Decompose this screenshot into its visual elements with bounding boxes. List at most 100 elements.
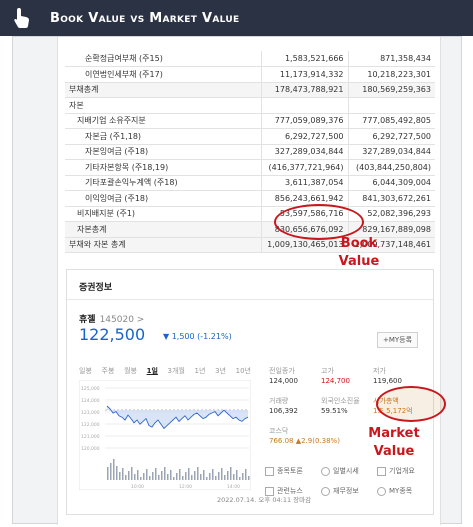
- volume-bar: [182, 476, 184, 480]
- high-label: 고가: [321, 367, 334, 375]
- financial-page: 순확정급여부채 (주15) 1,583,521,666 871,358,434 이연법…: [57, 37, 446, 525]
- period-tab[interactable]: 1일: [147, 366, 158, 376]
- row-label: 자본금 (주1,18): [65, 128, 261, 145]
- volume-bar: [176, 473, 178, 480]
- volume-value: 106,392: [269, 407, 298, 415]
- action-label: 재무정보: [333, 487, 359, 495]
- my-stocks-icon: [377, 486, 386, 496]
- action-my-stocks[interactable]: MY종목: [377, 486, 412, 496]
- volume-bar: [116, 466, 118, 480]
- y-tick-label: 124,000: [81, 398, 100, 404]
- action-news[interactable]: 관련뉴스: [265, 486, 303, 496]
- table-row: 기타자본항목 (주18,19) (416,377,721,964) (403,844…: [65, 159, 435, 176]
- current-period-value: (416,377,721,964): [260, 159, 348, 176]
- current-period-value: 1,583,521,666: [260, 51, 348, 67]
- period-tab[interactable]: 일봉: [79, 366, 92, 376]
- stock-name-text: 휴젤: [79, 315, 96, 325]
- y-tick-label: 122,000: [81, 422, 100, 428]
- period-tab[interactable]: 1년: [195, 366, 206, 376]
- period-tab[interactable]: 3개월: [168, 366, 185, 376]
- period-tab[interactable]: 10년: [236, 366, 251, 376]
- table-row: 자본금 (주1,18) 6,292,727,500 6,292,727,500: [65, 128, 435, 145]
- row-label: 이익잉여금 (주18): [65, 190, 261, 207]
- row-label: 자본잉여금 (주18): [65, 144, 261, 160]
- table-row: 기타포괄손익누계액 (주18) 3,611,387,054 6,044,309,00…: [65, 175, 435, 191]
- current-period-value: 327,289,034,844: [260, 144, 348, 160]
- kosdaq-index: 코스닥 766.08 ▲2.9(0.38%): [269, 426, 340, 446]
- volume-bar: [230, 467, 232, 480]
- period-tab[interactable]: 3년: [215, 366, 226, 376]
- volume-bar: [179, 469, 181, 480]
- row-label: 비지배지분 (주1): [65, 206, 261, 222]
- company-icon: [377, 466, 386, 476]
- row-label: 부채와 자본 총계: [65, 237, 261, 253]
- y-tick-label: 121,000: [81, 434, 100, 440]
- high-value: 124,700: [321, 377, 350, 385]
- screenshot-frame: 순확정급여부채 (주15) 1,583,521,666 871,358,434 이연법…: [12, 36, 462, 525]
- volume-bar: [236, 470, 238, 480]
- table-row: 자본: [65, 97, 435, 114]
- volume-bar: [128, 471, 130, 480]
- current-period-value: 777,059,089,376: [260, 113, 348, 129]
- row-label: 순확정급여부채 (주15): [65, 51, 261, 67]
- period-tab[interactable]: 월봉: [124, 366, 137, 376]
- row-label: 지배기업 소유주지분: [65, 113, 261, 129]
- period-tab[interactable]: 주봉: [102, 366, 115, 376]
- prior-period-value: 841,303,672,261: [347, 190, 435, 207]
- volume: 거래량 106,392: [269, 396, 298, 416]
- prior-period-value: 777,085,492,805: [347, 113, 435, 129]
- title-bar: Book Value vs Market Value: [0, 0, 473, 36]
- action-company-overview[interactable]: 기업개요: [377, 466, 415, 476]
- volume-bar: [218, 472, 220, 480]
- discussion-icon: [265, 466, 274, 476]
- high: 고가 124,700: [321, 366, 350, 386]
- volume-bar: [149, 476, 151, 480]
- current-period-value: 178,473,788,921: [260, 82, 348, 98]
- low: 저가 119,600: [373, 366, 402, 386]
- table-row: 순확정급여부채 (주15) 1,583,521,666 871,358,434: [65, 51, 435, 67]
- volume-bar: [134, 474, 136, 480]
- y-tick-label: 120,000: [81, 446, 100, 452]
- action-label: 종목토론: [277, 467, 303, 475]
- action-label: 관련뉴스: [277, 487, 303, 495]
- y-tick-label: 125,000: [81, 386, 100, 392]
- volume-bar: [137, 470, 139, 480]
- stock-name[interactable]: 휴젤 145020 >: [79, 312, 144, 325]
- volume-bar: [161, 471, 163, 480]
- table-row: 비지배지분 (주1) 53,597,586,716 52,082,396,293: [65, 206, 435, 222]
- volume-bar: [185, 472, 187, 480]
- prior-period-value: 327,289,034,844: [347, 144, 435, 160]
- volume-bar: [158, 475, 160, 480]
- stock-code[interactable]: 145020 >: [100, 315, 145, 325]
- prev-close-label: 전일종가: [269, 367, 295, 375]
- volume-bar: [215, 476, 217, 480]
- current-period-value: [260, 97, 348, 114]
- prior-period-value: 6,044,309,004: [347, 175, 435, 191]
- volume-bar: [206, 477, 208, 480]
- market-value-circle: [376, 386, 446, 422]
- row-label: 자본: [65, 97, 261, 114]
- volume-bar: [164, 467, 166, 480]
- add-my-button[interactable]: +MY등록: [377, 332, 419, 348]
- volume-bar: [170, 470, 172, 480]
- table-row: 이연법인세부채 (주17) 11,173,914,332 10,218,223,30…: [65, 66, 435, 83]
- volume-bar: [167, 474, 169, 480]
- current-period-value: 856,243,661,942: [260, 190, 348, 207]
- action-financials[interactable]: 재무정보: [321, 486, 359, 496]
- page-title: Book Value vs Market Value: [50, 10, 240, 26]
- action-label: 기업개요: [389, 467, 415, 475]
- market-value-annotation: Market Value: [368, 426, 420, 459]
- volume-bar: [224, 475, 226, 480]
- x-tick-label: 12:00: [179, 484, 192, 490]
- volume-bar: [143, 473, 145, 480]
- volume-bar: [146, 469, 148, 480]
- volume-bar: [155, 468, 157, 480]
- prev-close: 전일종가 124,000: [269, 366, 298, 386]
- prior-period-value: (403,844,250,804): [347, 159, 435, 176]
- action-daily-price[interactable]: 일별시세: [321, 466, 359, 476]
- volume-bar: [239, 477, 241, 480]
- low-label: 저가: [373, 367, 386, 375]
- action-discussion[interactable]: 종목토론: [265, 466, 303, 476]
- volume-bar: [242, 473, 244, 480]
- foreign-ratio: 외국인소진율 59.51%: [321, 396, 360, 416]
